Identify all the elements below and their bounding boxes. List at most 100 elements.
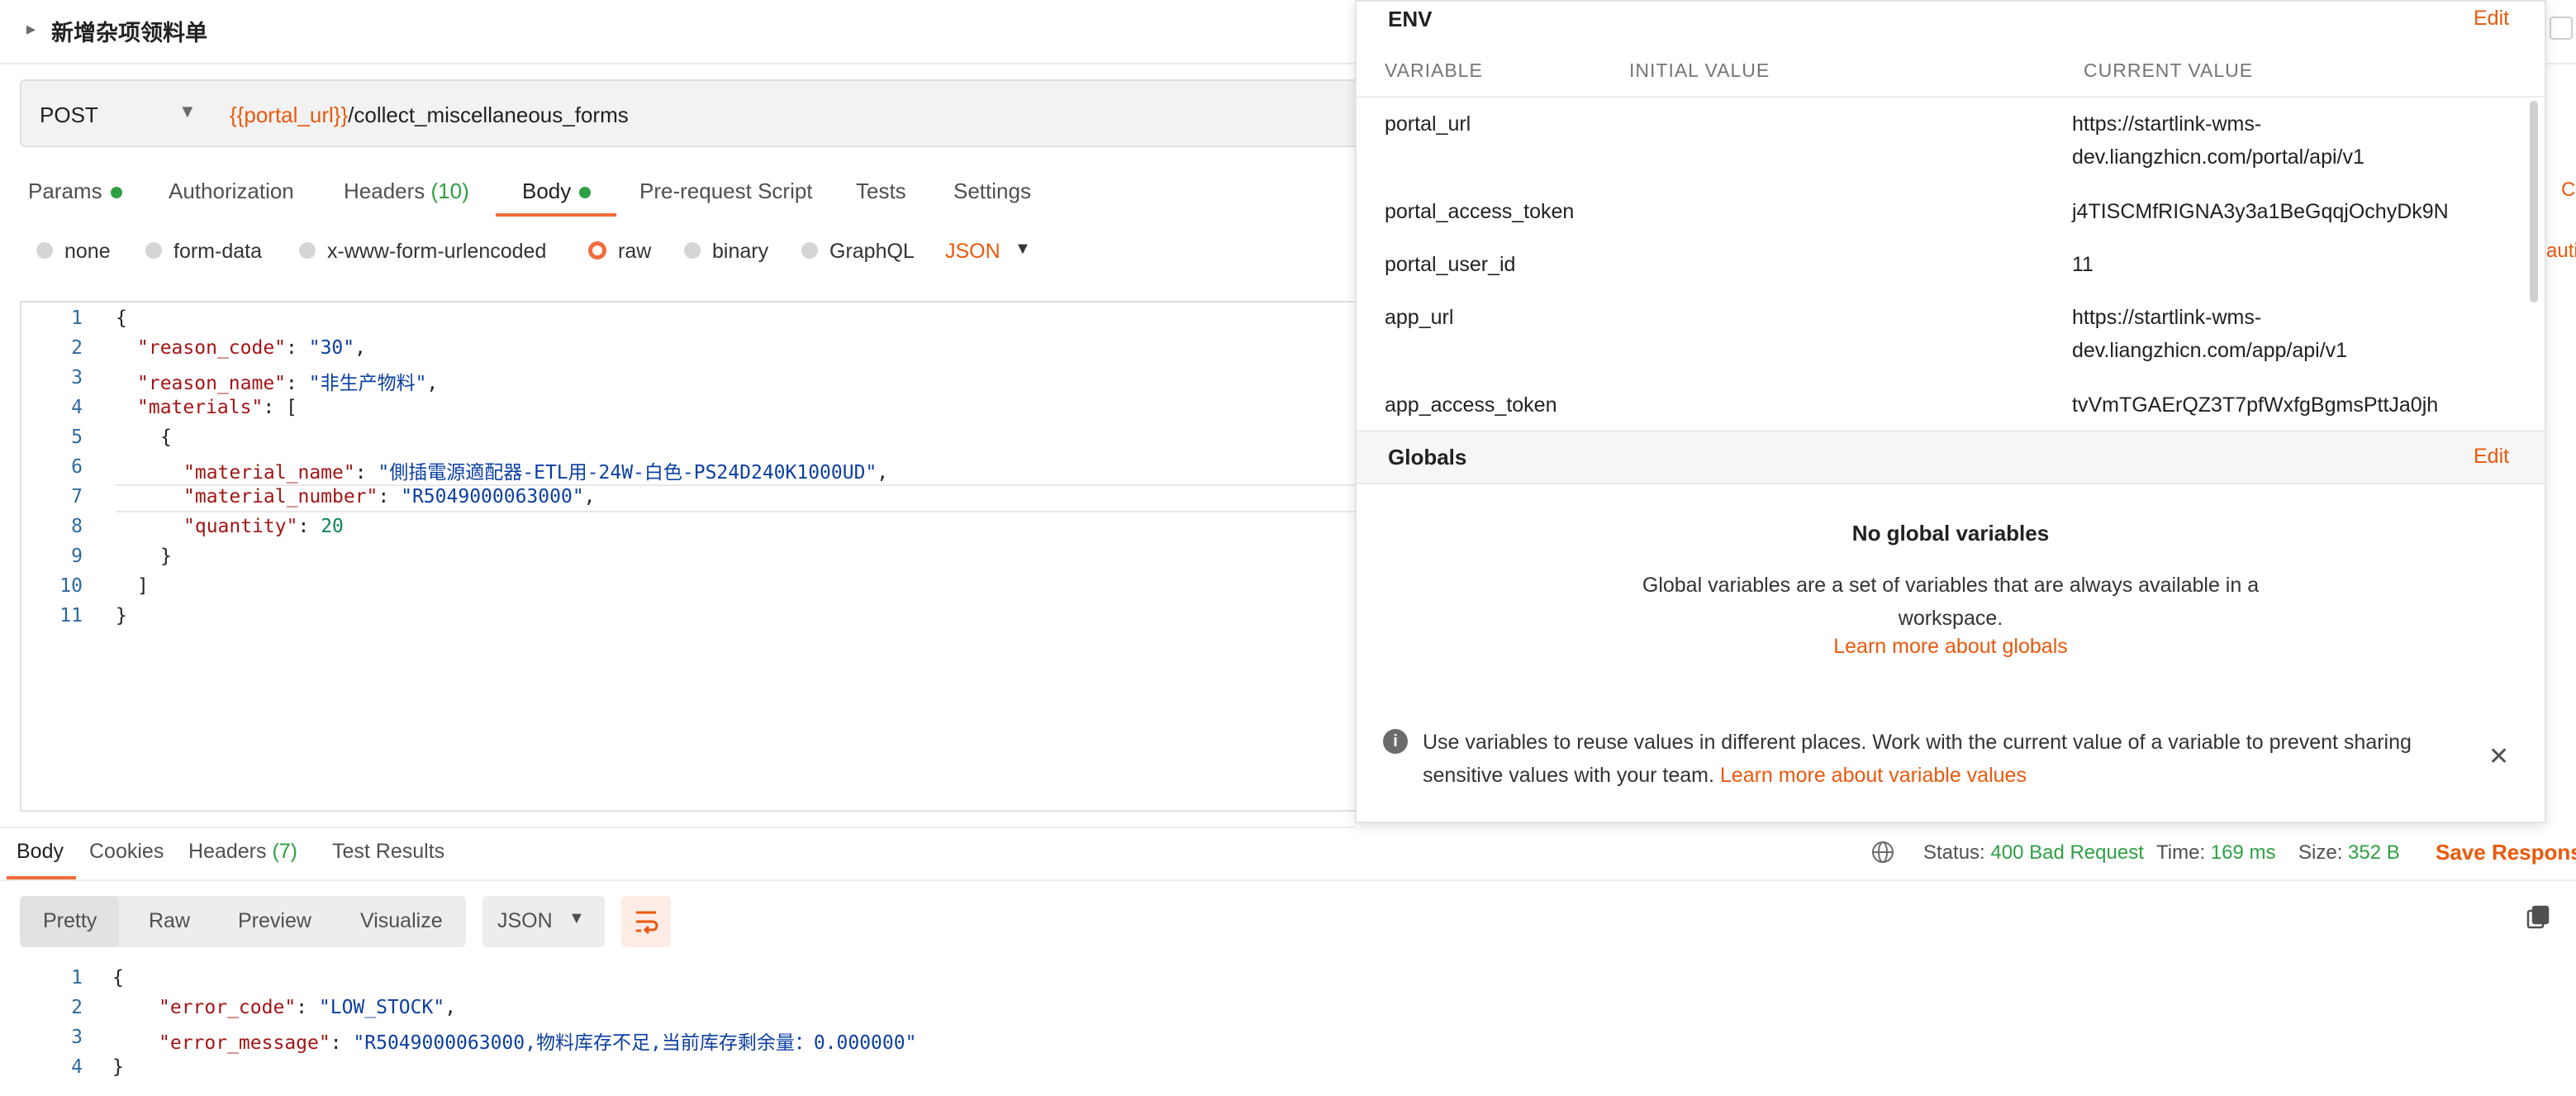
url-variable: {{portal_url}} [230, 102, 349, 127]
radio-icon [299, 242, 316, 260]
divider [0, 827, 1355, 828]
radio-raw[interactable]: raw [588, 240, 651, 264]
env-variable-name: portal_url [1385, 112, 1471, 136]
status-dot-icon [110, 187, 122, 199]
resp-tab-test-results[interactable]: Test Results [332, 840, 444, 864]
globals-header: Globals Edit [1357, 430, 2545, 484]
response-code-line: "error_message": "R5049000063000,物料库存不足,… [159, 1032, 917, 1054]
line-number: 7 [71, 486, 83, 507]
code-line: { [116, 307, 127, 329]
radio-icon [145, 242, 162, 260]
tab-settings[interactable]: Settings [953, 179, 1031, 204]
environment-quick-look-panel: ENV Edit VARIABLE INITIAL VALUE CURRENT … [1355, 0, 2546, 823]
column-header-variable: VARIABLE [1385, 60, 1483, 81]
code-line: "materials": [ [137, 397, 297, 418]
radio-graphql[interactable]: GraphQL [801, 240, 915, 264]
tab-headers-label: Headers [344, 179, 425, 203]
divider [0, 879, 2576, 881]
globals-empty-title: No global variables [1851, 521, 2050, 546]
radio-icon [36, 242, 53, 260]
view-visualize-button[interactable]: Visualize [360, 909, 443, 933]
view-preview-button[interactable]: Preview [238, 909, 311, 933]
info-icon: i [1383, 729, 1408, 754]
line-number: 3 [71, 367, 83, 388]
tab-prerequest-script[interactable]: Pre-request Script [639, 179, 813, 204]
radio-binary[interactable]: binary [684, 240, 768, 264]
radio-icon [801, 242, 818, 260]
code-line: } [116, 605, 127, 627]
learn-more-variable-values-link[interactable]: Learn more about variable values [1720, 764, 2027, 787]
radio-form-data[interactable]: form-data [145, 240, 262, 264]
tab-authorization[interactable]: Authorization [169, 179, 294, 204]
chevron-down-icon[interactable]: ▼ [1015, 240, 1031, 259]
tab-body[interactable]: Body [522, 179, 592, 204]
code-line: "material_name": "側插電源適配器-ETL用-24W-白色-PS… [183, 462, 889, 484]
env-variable-name: app_url [1385, 306, 1454, 329]
radio-selected-icon [588, 241, 606, 260]
radio-icon [684, 242, 701, 260]
method-select[interactable]: POST ▼ [20, 79, 210, 147]
divider [1357, 96, 2545, 98]
env-variable-name: portal_user_id [1385, 253, 1516, 276]
resp-tab-headers[interactable]: Headers (7) [188, 840, 297, 864]
edge-cookies-link[interactable]: C [2561, 179, 2575, 202]
env-edit-link[interactable]: Edit [2474, 7, 2509, 31]
globals-edit-link[interactable]: Edit [2474, 445, 2509, 469]
env-variable-current-value: tvVmTGAErQZ3T7pfWxfgBgmsPttJa0jh [2072, 393, 2439, 417]
tab-prerequest-label: Pre-request Script [639, 179, 813, 203]
copy-icon[interactable] [2525, 904, 2551, 931]
response-time: Time: 169 ms [2156, 841, 2276, 864]
url-input[interactable]: {{portal_url}}/collect_miscellaneous_for… [208, 79, 1381, 147]
radio-none[interactable]: none [36, 240, 111, 264]
code-line: "reason_code": "30", [137, 337, 366, 359]
tab-params-label: Params [28, 179, 102, 203]
response-view-toggle: Pretty Raw Preview Visualize [20, 896, 466, 947]
active-tab-indicator [496, 213, 616, 217]
radio-raw-label: raw [618, 240, 652, 263]
tab-headers[interactable]: Headers (10) [344, 179, 469, 204]
save-response-button[interactable]: Save Response [2436, 840, 2576, 865]
response-code-line: { [112, 967, 124, 989]
radio-urlencoded-label: x-www-form-urlencoded [327, 240, 547, 263]
line-number: 8 [71, 516, 83, 537]
globals-empty-description: Global variables are a set of variables … [1642, 574, 2260, 630]
line-number: 5 [71, 426, 83, 448]
env-variable-current-value: https://startlink-wms-dev.liangzhicn.com… [2072, 112, 2365, 169]
resp-tab-body[interactable]: Body [17, 840, 64, 864]
view-raw-button[interactable]: Raw [149, 909, 190, 933]
globe-icon[interactable] [1870, 840, 1895, 865]
resp-tab-headers-label: Headers [188, 840, 267, 863]
code-line: "quantity": 20 [183, 516, 344, 537]
edge-beautify-link[interactable]: auti [2546, 240, 2576, 263]
radio-urlencoded[interactable]: x-www-form-urlencoded [299, 240, 546, 264]
radio-form-data-label: form-data [173, 240, 262, 263]
env-scrollbar[interactable] [2530, 101, 2538, 303]
response-format-select[interactable]: JSON ▼ [482, 896, 605, 947]
body-format-select[interactable]: JSON [945, 240, 1000, 264]
view-pretty-label[interactable]: Pretty [43, 909, 97, 933]
line-number: 11 [59, 605, 83, 627]
env-variable-current-value: j4TISCMfRIGNA3y3a1BeGqqjOchyDk9N [2072, 200, 2449, 223]
env-title: ENV [1388, 7, 1433, 31]
layout-toggle-icon[interactable] [2550, 17, 2573, 40]
close-icon[interactable]: ✕ [2488, 742, 2509, 771]
column-header-initial-value: INITIAL VALUE [1629, 60, 1770, 81]
learn-more-globals-link[interactable]: Learn more about globals [1357, 635, 2545, 659]
line-number: 2 [71, 997, 83, 1018]
tab-settings-label: Settings [953, 179, 1031, 203]
tab-tests[interactable]: Tests [856, 179, 906, 204]
code-line: { [160, 426, 172, 448]
tab-body-label: Body [522, 179, 572, 203]
resp-tab-cookies[interactable]: Cookies [89, 840, 164, 864]
code-line: ] [137, 575, 149, 597]
globals-title: Globals [1388, 445, 1467, 469]
tab-tests-label: Tests [856, 179, 906, 203]
line-number: 1 [71, 307, 83, 329]
collapse-caret-icon[interactable]: ▸ [26, 18, 36, 40]
line-number: 9 [71, 546, 83, 567]
request-title[interactable]: 新增杂项领料单 [51, 15, 207, 47]
tab-params[interactable]: Params [28, 179, 122, 204]
wrap-lines-button[interactable] [621, 896, 671, 947]
radio-graphql-label: GraphQL [829, 240, 915, 263]
env-variable-current-value: https://startlink-wms-dev.liangzhicn.com… [2072, 306, 2348, 362]
